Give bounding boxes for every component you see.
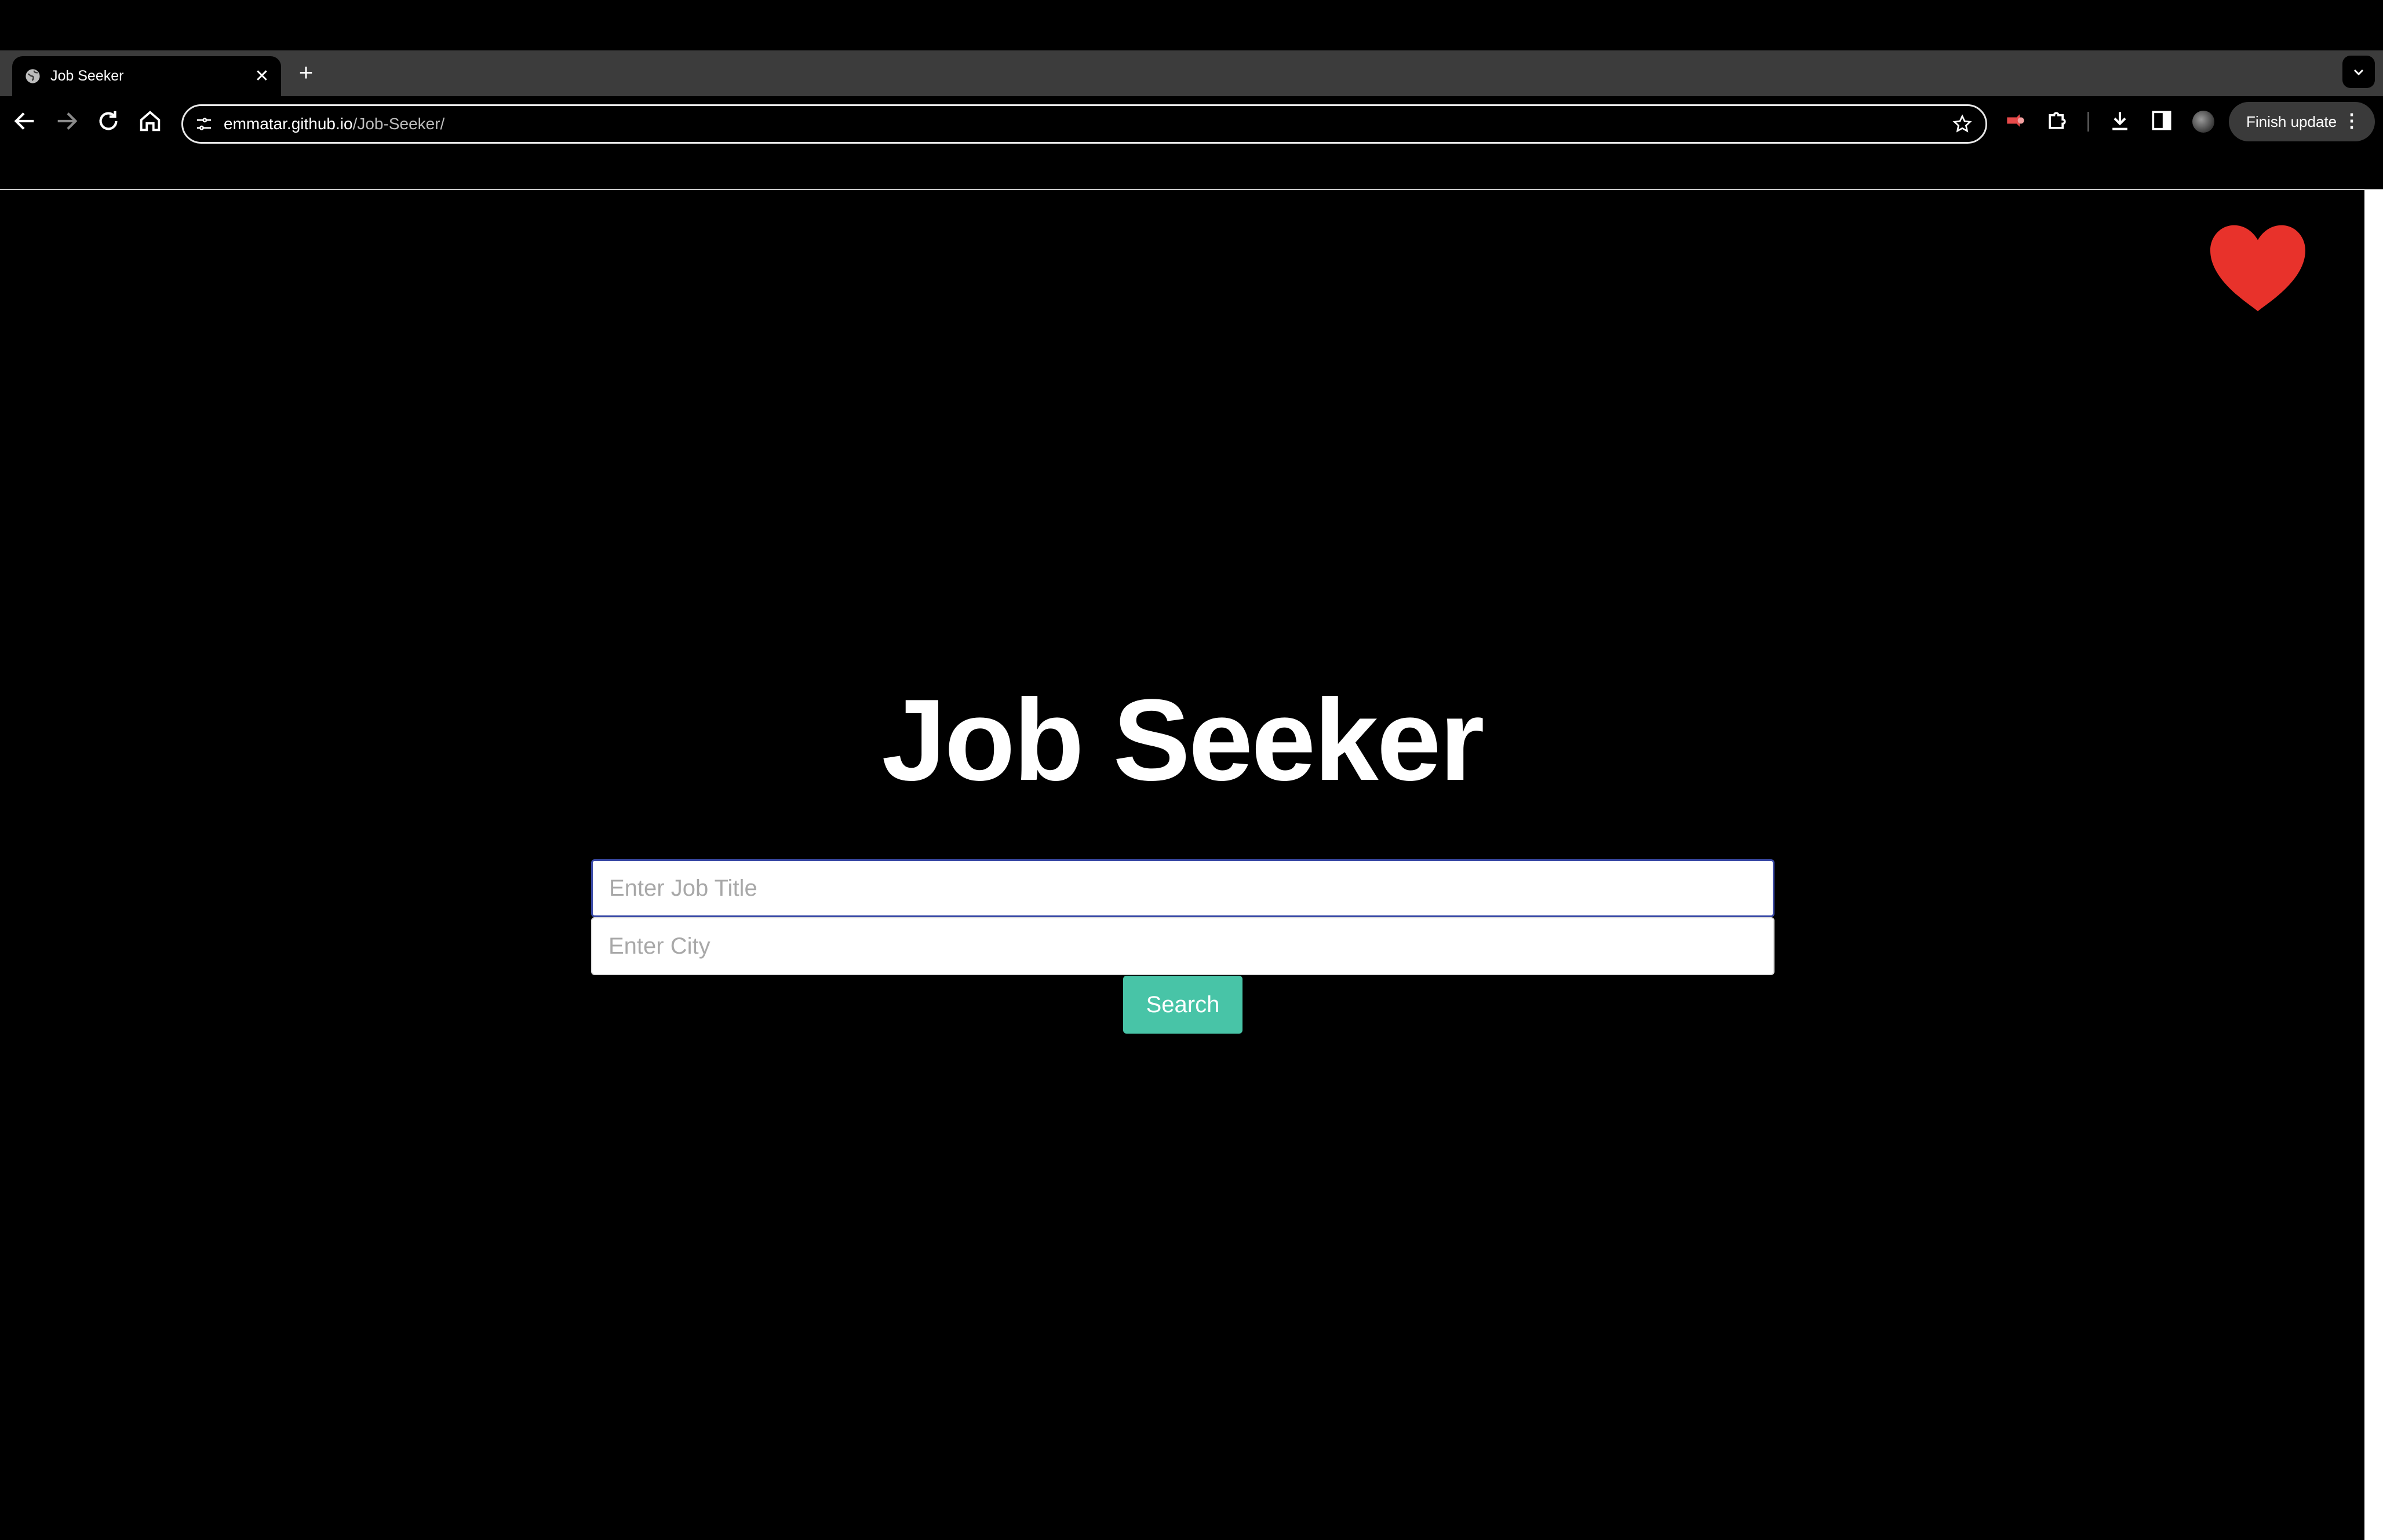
close-icon[interactable]: ✕ (252, 67, 272, 86)
extension-icon[interactable] (2003, 108, 2028, 133)
kebab-menu-icon[interactable]: ⋮ (2342, 102, 2361, 139)
plus-icon[interactable]: + (293, 59, 319, 86)
home-icon[interactable] (137, 108, 166, 137)
star-icon[interactable] (1952, 114, 1973, 137)
browser-tab[interactable]: Job Seeker ✕ (12, 56, 281, 96)
forward-arrow-icon[interactable] (53, 108, 82, 137)
page-content: Job Seeker Search (0, 190, 2364, 1540)
tab-title: Job Seeker (50, 68, 124, 84)
page-title: Job Seeker (881, 676, 1484, 805)
heart-icon[interactable] (2210, 225, 2305, 312)
side-panel-icon[interactable] (2149, 108, 2174, 133)
search-button[interactable]: Search (1123, 976, 1242, 1034)
site-settings-icon[interactable] (195, 115, 213, 136)
toolbar-divider (2087, 112, 2089, 132)
job-title-input[interactable] (591, 859, 1775, 917)
profile-avatar[interactable] (2192, 111, 2214, 133)
download-icon[interactable] (2107, 108, 2133, 133)
city-input[interactable] (591, 917, 1775, 975)
globe-icon (24, 68, 41, 85)
url-path: /Job-Seeker/ (352, 115, 445, 133)
scrollbar[interactable] (2364, 190, 2383, 1540)
finish-update-button[interactable]: Finish update ⋮ (2229, 102, 2375, 141)
tab-strip: Job Seeker ✕ (0, 50, 2383, 96)
back-arrow-icon[interactable] (12, 108, 41, 137)
extensions-puzzle-icon[interactable] (2045, 108, 2070, 133)
chevron-down-icon[interactable] (2342, 56, 2375, 88)
finish-update-label: Finish update (2246, 113, 2337, 130)
address-bar[interactable]: emmatar.github.io/Job-Seeker/ (181, 104, 1987, 144)
url-text: emmatar.github.io/Job-Seeker/ (224, 106, 444, 142)
url-host: emmatar.github.io (224, 115, 353, 133)
reload-icon[interactable] (95, 108, 124, 137)
